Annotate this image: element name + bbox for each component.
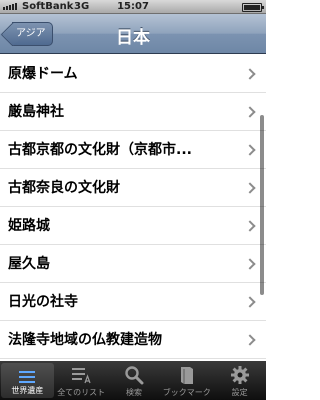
list-item[interactable]: 厳島神社 xyxy=(0,93,266,131)
list-item-label: 日光の社寺 xyxy=(8,294,78,310)
tab-label: ブックマーク xyxy=(162,388,211,397)
list-item-label: 法隆寺地域の仏教建造物 xyxy=(8,332,162,348)
battery-icon xyxy=(242,3,264,12)
tab-settings[interactable]: 設定 xyxy=(213,361,266,400)
tab-label: 設定 xyxy=(231,388,248,397)
tab-label: 世界遺産 xyxy=(11,386,44,395)
scroll-indicator[interactable] xyxy=(260,115,264,295)
chevron-right-icon xyxy=(244,68,256,80)
chevron-right-icon xyxy=(244,334,256,346)
list-item-label: 原爆ドーム xyxy=(8,66,78,82)
tab-label: 検索 xyxy=(125,388,142,397)
heritage-site-list[interactable]: 原爆ドーム 厳島神社 古都京都の文化財（京都市... 古都奈良の文化財 姫路城 … xyxy=(0,55,266,361)
tab-label: 全てのリスト xyxy=(57,388,106,397)
bookmark-icon xyxy=(180,367,193,384)
status-time: 15:07 xyxy=(117,1,149,12)
status-bar: SoftBank 3G 15:07 xyxy=(0,0,266,14)
list-item-label: 古都奈良の文化財 xyxy=(8,180,120,196)
list-item[interactable]: 古都京都の文化財（京都市... xyxy=(0,131,266,169)
navigation-bar: アジア 日本 xyxy=(0,14,266,54)
tab-search[interactable]: 検索 xyxy=(108,361,161,400)
alphabet-list-icon xyxy=(72,368,91,384)
list-item-label: 古都京都の文化財（京都市... xyxy=(8,142,192,158)
tab-all-lists[interactable]: 全てのリスト xyxy=(55,361,108,400)
chevron-right-icon xyxy=(244,106,256,118)
list-item[interactable]: 姫路城 xyxy=(0,207,266,245)
chevron-right-icon xyxy=(244,296,256,308)
list-item[interactable]: 古都奈良の文化財 xyxy=(0,169,266,207)
chevron-right-icon xyxy=(244,258,256,270)
list-item[interactable]: 屋久島 xyxy=(0,245,266,283)
list-item[interactable]: 原爆ドーム xyxy=(0,55,266,93)
chevron-right-icon xyxy=(244,182,256,194)
list-item-label: 厳島神社 xyxy=(8,104,64,120)
chevron-right-icon xyxy=(244,220,256,232)
list-item[interactable]: 日光の社寺 xyxy=(0,283,266,321)
list-item[interactable]: 法隆寺地域の仏教建造物 xyxy=(0,321,266,359)
page-title: 日本 xyxy=(116,28,150,48)
list-item-label: 姫路城 xyxy=(8,218,50,234)
tab-bookmarks[interactable]: ブックマーク xyxy=(160,361,213,400)
gear-icon xyxy=(230,366,249,384)
list-icon xyxy=(19,371,36,383)
chevron-right-icon xyxy=(244,144,256,156)
tab-world-heritage[interactable]: 世界遺産 xyxy=(1,363,54,398)
list-item-label: 屋久島 xyxy=(8,256,50,272)
tab-bar: 世界遺産 全てのリスト 検索 ブックマーク 設定 xyxy=(0,361,266,400)
search-icon xyxy=(125,366,144,385)
